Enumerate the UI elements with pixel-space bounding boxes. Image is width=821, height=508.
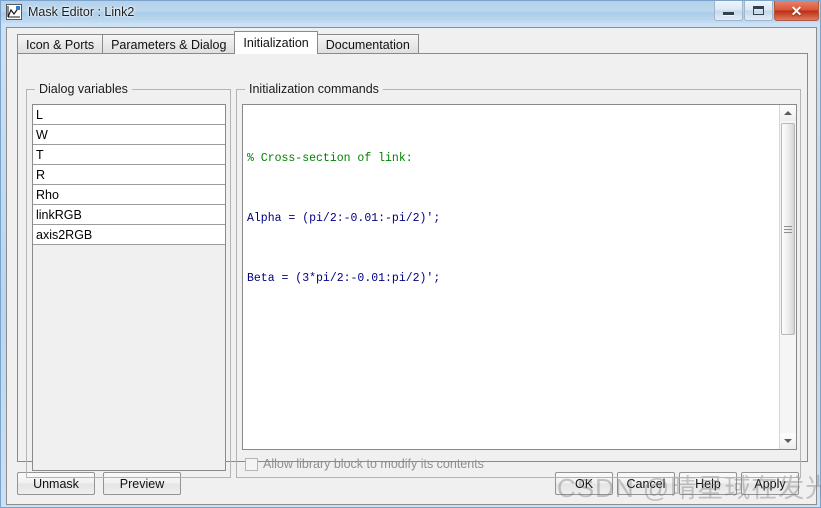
tab-label: Icon & Ports — [26, 37, 95, 52]
button-label: Preview — [119, 476, 165, 491]
simulink-scope-icon — [6, 4, 22, 20]
button-label: Apply — [754, 476, 786, 491]
tab-initialization[interactable]: Initialization — [234, 31, 318, 54]
initialization-commands-label: Initialization commands — [245, 82, 383, 96]
initialization-code-text[interactable]: % Cross-section of link: Alpha = (pi/2:-… — [243, 105, 779, 449]
tab-icon-ports[interactable]: Icon & Ports — [17, 34, 104, 54]
window-controls: ✕ — [713, 1, 819, 22]
button-label: Unmask — [33, 476, 79, 491]
list-item[interactable]: W — [33, 125, 225, 145]
scrollbar-thumb[interactable] — [781, 123, 795, 335]
initialization-commands-group: Initialization commands % Cross-section … — [236, 82, 801, 478]
allow-library-modify-row[interactable]: Allow library block to modify its conten… — [245, 456, 484, 472]
code-line: Beta = (3*pi/2:-0.01:pi/2)'; — [247, 272, 441, 285]
tab-label: Parameters & Dialog — [111, 37, 227, 52]
list-item[interactable]: L — [33, 105, 225, 125]
close-button[interactable]: ✕ — [774, 1, 819, 21]
code-line: % Cross-section of link: — [247, 152, 413, 165]
maximize-button[interactable] — [744, 1, 773, 21]
tab-parameters-dialog[interactable]: Parameters & Dialog — [102, 34, 236, 54]
close-icon: ✕ — [790, 2, 803, 19]
tab-panel-initialization: Dialog variables L W T R Rho linkRGB axi… — [17, 53, 808, 478]
button-label: OK — [574, 476, 594, 491]
list-item[interactable]: Rho — [33, 185, 225, 205]
tab-label: Documentation — [325, 37, 410, 52]
scroll-up-button[interactable] — [780, 105, 796, 121]
chevron-up-icon — [784, 111, 792, 115]
minimize-button[interactable] — [714, 1, 743, 21]
dialog-variables-list[interactable]: L W T R Rho linkRGB axis2RGB — [32, 104, 226, 471]
dialog-variables-label: Dialog variables — [35, 82, 132, 96]
allow-library-modify-label: Allow library block to modify its conten… — [263, 457, 484, 471]
scroll-down-button[interactable] — [780, 433, 796, 449]
code-vertical-scrollbar[interactable] — [779, 105, 796, 449]
list-item[interactable]: R — [33, 165, 225, 185]
maximize-icon — [753, 6, 764, 15]
dialog-variables-group: Dialog variables L W T R Rho linkRGB axi… — [26, 82, 231, 478]
client-area: Icon & Ports Parameters & Dialog Initial… — [6, 27, 817, 505]
window-frame: Mask Editor : Link2 ✕ Icon & Ports Param… — [0, 0, 821, 508]
tab-label: Initialization — [243, 36, 309, 50]
list-item[interactable]: linkRGB — [33, 205, 225, 225]
allow-library-modify-checkbox[interactable] — [245, 457, 258, 471]
window-title: Mask Editor : Link2 — [28, 5, 135, 19]
list-item[interactable]: axis2RGB — [33, 225, 225, 245]
list-item[interactable]: T — [33, 145, 225, 165]
tab-documentation[interactable]: Documentation — [316, 34, 419, 54]
title-bar: Mask Editor : Link2 ✕ — [1, 1, 820, 23]
scrollbar-grip-icon — [784, 225, 792, 227]
minimize-icon — [723, 12, 734, 15]
initialization-code-editor[interactable]: % Cross-section of link: Alpha = (pi/2:-… — [242, 104, 797, 450]
tab-strip: Icon & Ports Parameters & Dialog Initial… — [17, 31, 419, 54]
code-line: Alpha = (pi/2:-0.01:-pi/2)'; — [247, 212, 441, 225]
button-label: Help — [695, 476, 721, 491]
chevron-down-icon — [784, 439, 792, 443]
button-label: Cancel — [626, 476, 666, 491]
